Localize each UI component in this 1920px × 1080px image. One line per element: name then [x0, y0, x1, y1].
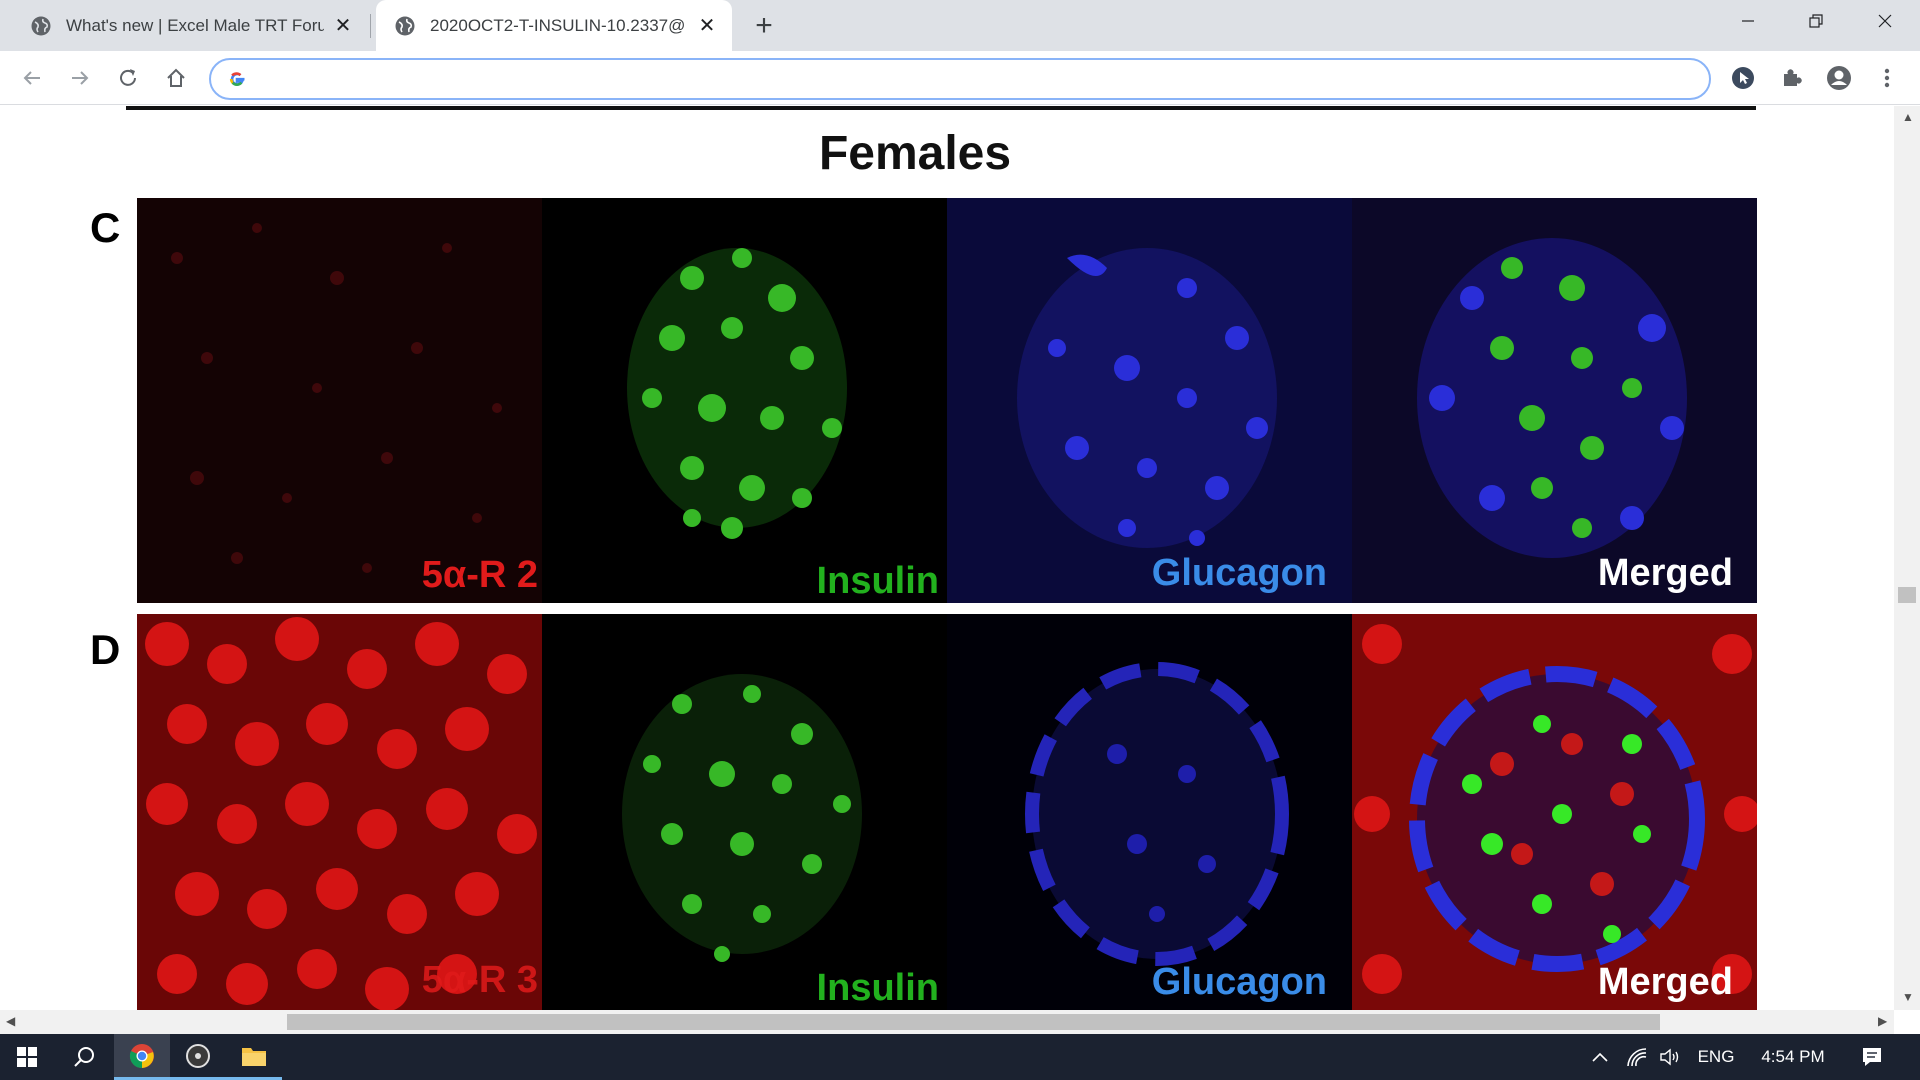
cursor-extension-icon [1732, 67, 1754, 89]
search-button[interactable] [57, 1034, 111, 1080]
row-label-d: D [90, 626, 121, 673]
cursor-extension-button[interactable] [1726, 61, 1760, 95]
language-indicator[interactable]: ENG [1692, 1034, 1740, 1080]
minimize-button[interactable] [1713, 0, 1783, 42]
reload-button[interactable] [111, 61, 145, 95]
clock[interactable]: 4:54 PM [1748, 1034, 1838, 1080]
tab-insulin-paper[interactable]: 2020OCT2-T-INSULIN-10.2337@ ✕ [376, 0, 732, 51]
figure-row-c: 5α-R 2 Insulin Glucagon Merged [137, 198, 1757, 603]
close-icon [1878, 14, 1892, 28]
red-stain-image [137, 198, 542, 603]
puzzle-icon [1784, 69, 1802, 86]
panel-merged: Merged [1352, 614, 1757, 1010]
green-stain-image [542, 198, 947, 603]
address-bar[interactable] [209, 58, 1711, 100]
windows-taskbar: ENG 4:54 PM [0, 1034, 1920, 1080]
start-button[interactable] [0, 1034, 54, 1080]
volume-button[interactable] [1656, 1034, 1686, 1080]
merged-stain-image [1352, 198, 1757, 603]
panel-insulin: Insulin [542, 614, 947, 1010]
reload-icon [120, 69, 136, 86]
panel-label: Glucagon [1151, 552, 1327, 594]
restore-icon [1809, 14, 1823, 28]
tab-strip: What's new | Excel Male TRT Forum ✕ 2020… [0, 0, 1920, 51]
profile-button[interactable] [1822, 61, 1856, 95]
taskbar-file-explorer[interactable] [226, 1034, 282, 1080]
panel-label: 5α-R 2 [421, 554, 538, 596]
panel-label: Insulin [816, 967, 939, 1009]
home-button[interactable] [159, 61, 193, 95]
close-tab-icon[interactable]: ✕ [696, 15, 718, 37]
google-g-icon [229, 72, 245, 86]
globe-icon [31, 16, 51, 35]
tab-title: What's new | Excel Male TRT Forum [66, 15, 324, 35]
close-window-button[interactable] [1850, 0, 1920, 42]
search-icon [74, 1047, 94, 1067]
back-arrow-icon [23, 71, 40, 85]
panel-5a-r2: 5α-R 2 [137, 198, 542, 603]
kebab-menu-icon [1884, 68, 1890, 88]
blue-stain-image [947, 614, 1352, 1010]
back-button[interactable] [15, 61, 49, 95]
windows-logo-icon [17, 1047, 37, 1067]
panel-label: 5α-R 3 [421, 959, 538, 1001]
figure-row-d: 5α-R 3 Insulin Glucagon Merged [137, 614, 1757, 1010]
media-player-icon [186, 1043, 210, 1068]
forward-arrow-icon [72, 71, 89, 85]
speaker-icon [1660, 1048, 1679, 1066]
horizontal-scroll-thumb[interactable] [287, 1014, 1660, 1030]
horizontal-scrollbar[interactable]: ◀ ▶ [0, 1010, 1894, 1034]
chrome-icon [129, 1043, 154, 1068]
panel-merged: Merged [1352, 198, 1757, 603]
extensions-button[interactable] [1774, 61, 1808, 95]
scroll-down-arrow-icon[interactable]: ▼ [1902, 990, 1914, 1004]
show-hidden-icons-button[interactable] [1584, 1034, 1616, 1080]
tab-excel-male-trt-forum[interactable]: What's new | Excel Male TRT Forum ✕ [12, 0, 368, 51]
panel-5a-r3: 5α-R 3 [137, 614, 542, 1010]
panel-glucagon: Glucagon [947, 198, 1352, 603]
panel-glucagon: Glucagon [947, 614, 1352, 1010]
merged-stain-image [1352, 614, 1757, 1010]
panel-label: Glucagon [1151, 961, 1327, 1003]
panel-label: Merged [1597, 552, 1733, 594]
browser-toolbar [0, 51, 1920, 105]
scroll-up-arrow-icon[interactable]: ▲ [1902, 110, 1914, 124]
page-viewport: Females C 5α-R 2 Insulin Glucagon Merged… [0, 106, 1894, 1010]
action-center-button[interactable] [1852, 1034, 1892, 1080]
avatar-icon [1827, 66, 1851, 90]
minimize-icon [1742, 20, 1754, 22]
panel-insulin: Insulin [542, 198, 947, 603]
figure-heading: Females [818, 127, 1012, 180]
new-tab-button[interactable]: + [748, 9, 780, 42]
notification-icon [1863, 1048, 1881, 1066]
forward-button[interactable] [63, 61, 97, 95]
network-button[interactable] [1622, 1034, 1652, 1080]
taskbar-chrome[interactable] [114, 1034, 170, 1080]
globe-icon [395, 16, 415, 35]
red-stain-image [137, 614, 542, 1010]
green-stain-image [542, 614, 947, 1010]
close-tab-icon[interactable]: ✕ [332, 15, 354, 37]
row-label-c: C [90, 204, 121, 251]
tab-title: 2020OCT2-T-INSULIN-10.2337@ [430, 15, 686, 35]
blue-stain-image [947, 198, 1352, 603]
vertical-scrollbar[interactable]: ▲ ▼ [1894, 106, 1920, 1010]
panel-label: Insulin [816, 560, 939, 602]
home-icon [167, 68, 185, 87]
panel-label: Merged [1597, 961, 1733, 1003]
folder-icon [242, 1047, 266, 1066]
scroll-left-arrow-icon[interactable]: ◀ [6, 1014, 15, 1028]
wifi-icon [1627, 1048, 1647, 1067]
url-input[interactable] [261, 69, 1709, 89]
taskbar-media-app[interactable] [170, 1034, 226, 1080]
figure-top-rule [126, 106, 1756, 110]
chevron-up-icon [1592, 1052, 1608, 1062]
vertical-scroll-thumb[interactable] [1898, 587, 1916, 603]
tab-separator [370, 14, 371, 38]
restore-button[interactable] [1781, 0, 1851, 42]
scroll-right-arrow-icon[interactable]: ▶ [1878, 1014, 1887, 1028]
menu-button[interactable] [1870, 61, 1904, 95]
